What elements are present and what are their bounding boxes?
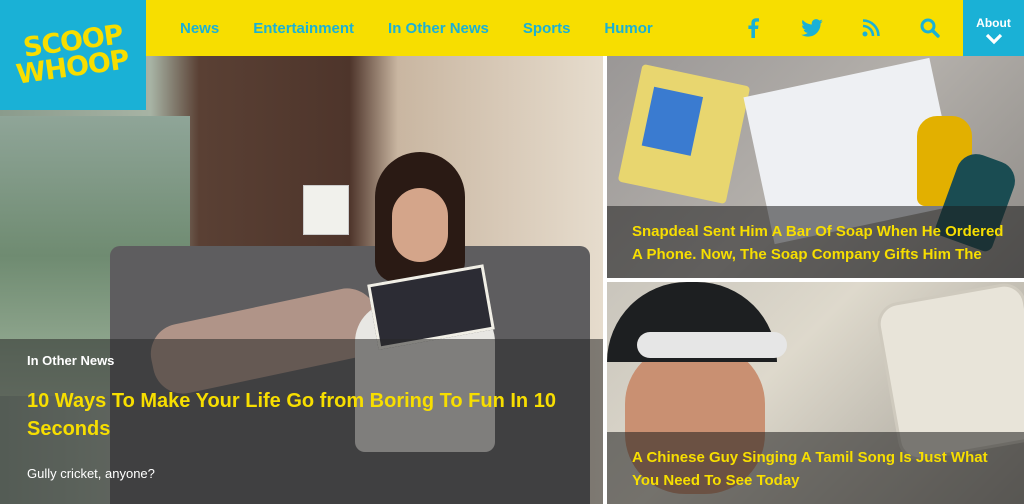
search-icon[interactable] [916,14,944,42]
story-image-cap-brim [637,332,787,358]
featured-story-title[interactable]: 10 Ways To Make Your Life Go from Boring… [27,387,587,443]
side-story[interactable]: A Chinese Guy Singing A Tamil Song Is Ju… [607,282,1024,504]
about-label: About [976,16,1011,30]
nav-news[interactable]: News [180,20,219,37]
side-story[interactable]: Snapdeal Sent Him A Bar Of Soap When He … [607,56,1024,278]
nav-in-other-news[interactable]: In Other News [388,20,489,37]
facebook-icon[interactable] [739,14,767,42]
featured-story-subtitle: Gully cricket, anyone? [27,466,155,481]
side-story-title[interactable]: Snapdeal Sent Him A Bar Of Soap When He … [632,220,1017,276]
chevron-down-icon [985,33,1002,45]
main-nav: News Entertainment In Other News Sports … [180,0,687,56]
featured-story-category[interactable]: In Other News [27,353,114,368]
twitter-icon[interactable] [798,14,826,42]
side-story-title[interactable]: A Chinese Guy Singing A Tamil Song Is Ju… [632,446,1017,492]
featured-story[interactable]: In Other News 10 Ways To Make Your Life … [0,56,603,504]
site-header: News Entertainment In Other News Sports … [0,0,1024,56]
nav-humor[interactable]: Humor [604,20,652,37]
nav-entertainment[interactable]: Entertainment [253,20,354,37]
site-logo[interactable]: SCOOP WHOOP [0,0,146,110]
about-button[interactable]: About [963,0,1024,56]
story-image-phone-box [617,63,751,205]
nav-sports[interactable]: Sports [523,20,571,37]
rss-icon[interactable] [857,14,885,42]
